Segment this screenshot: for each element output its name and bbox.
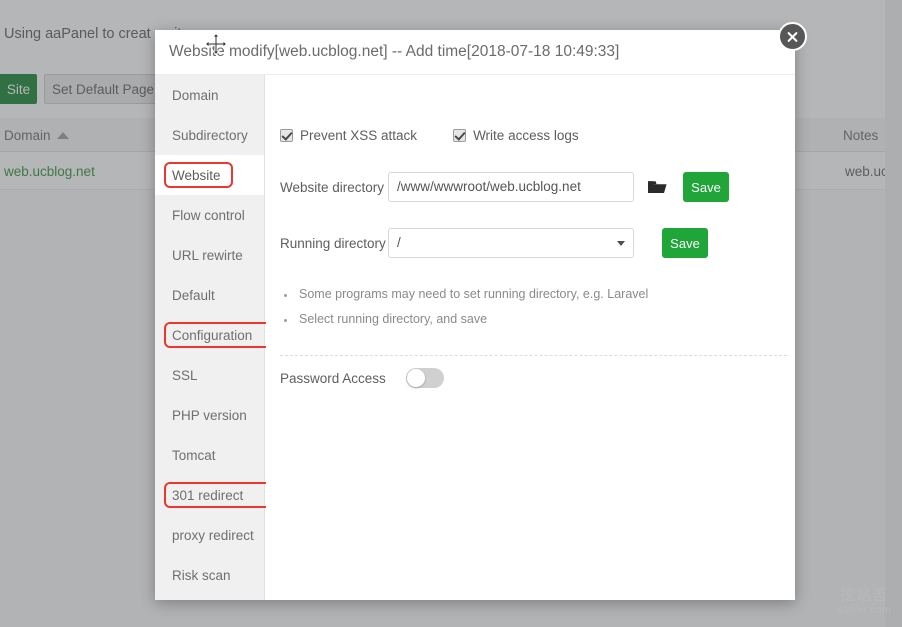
sidebar-item-php-version[interactable]: PHP version [155,395,264,435]
sidebar-item-301-redirect[interactable]: 301 redirect [155,475,272,515]
checkbox-write-access-logs[interactable]: Write access logs [453,128,579,143]
running-directory-select[interactable]: / [388,228,634,258]
password-access-label: Password Access [280,370,386,386]
folder-icon[interactable] [648,179,667,195]
sidebar-item-label: proxy redirect [172,527,254,543]
sidebar-item-proxy-redirect[interactable]: proxy redirect [155,515,264,555]
sidebar-item-label: Tomcat [172,447,216,463]
running-directory-tips: Some programs may need to set running di… [284,287,784,337]
section-divider [280,355,787,356]
save-website-directory-button[interactable]: Save [683,172,729,202]
tip-text: Select running directory, and save [299,312,488,326]
bullet-icon [284,294,287,297]
modal-sidebar: Domain Subdirectory Website Flow control URL… [155,75,279,600]
website-modify-modal: Website modify[web.ucblog.net] -- Add ti… [155,30,795,600]
sidebar-item-default[interactable]: Default [155,275,264,315]
running-directory-row: Running directory / Save [280,228,708,258]
checkbox-prevent-xss-label: Prevent XSS attack [300,128,418,143]
running-directory-value: / [397,235,401,250]
sidebar-item-ssl[interactable]: SSL [155,355,264,395]
modal-content-website: Prevent XSS attack Write access logs Web… [266,75,795,600]
modal-title-bar[interactable]: Website modify[web.ucblog.net] -- Add ti… [155,30,795,75]
modal-body: Domain Subdirectory Website Flow control URL… [155,75,795,600]
sidebar-item-label: PHP version [172,407,247,423]
sidebar-item-tomcat[interactable]: Tomcat [155,435,264,475]
sidebar-item-label: Website [172,167,221,183]
sidebar-item-label: Default [172,287,215,303]
sidebar-item-label: Flow control [172,207,245,223]
website-directory-input[interactable]: /www/wwwroot/web.ucblog.net [388,172,634,202]
sidebar-item-website[interactable]: Website [155,155,264,195]
sidebar-item-label: 301 redirect [172,487,244,503]
running-directory-label: Running directory [280,235,386,251]
password-access-row: Password Access [280,368,444,388]
sidebar-item-label: SSL [172,367,198,383]
checkbox-write-access-logs-label: Write access logs [473,128,579,143]
options-row: Prevent XSS attack Write access logs [280,128,579,143]
website-directory-label: Website directory [280,179,385,195]
sidebar-item-label: Risk scan [172,567,231,583]
screen: Using aaPanel to creat a sit Site Set De… [0,0,902,627]
close-icon[interactable] [778,22,807,51]
sidebar-item-label: Domain [172,87,219,103]
checkbox-write-access-logs-box[interactable] [453,129,467,142]
sidebar-item-domain[interactable]: Domain [155,75,264,115]
password-access-toggle-knob [406,369,425,387]
sidebar-item-label: Configuration [172,327,253,343]
sidebar-item-flow-control[interactable]: Flow control [155,195,264,235]
checkbox-prevent-xss-box[interactable] [280,129,293,142]
tip-item: Some programs may need to set running di… [284,287,784,301]
sidebar-item-label: URL rewirte [172,247,243,263]
bullet-icon [284,319,287,322]
password-access-toggle[interactable] [405,368,444,388]
chevron-down-icon [617,241,625,246]
save-running-directory-button[interactable]: Save [662,228,708,258]
website-directory-row: Website directory /www/wwwroot/web.ucblo… [280,172,729,202]
tip-item: Select running directory, and save [284,312,784,326]
sidebar-item-label: Subdirectory [172,127,248,143]
sidebar-item-subdirectory[interactable]: Subdirectory [155,115,264,155]
tip-text: Some programs may need to set running di… [299,287,649,301]
sidebar-item-url-rewirte[interactable]: URL rewirte [155,235,264,275]
checkbox-prevent-xss[interactable]: Prevent XSS attack [280,128,417,143]
modal-title-text: Website modify[web.ucblog.net] -- Add ti… [169,43,620,60]
sidebar-item-configuration[interactable]: Configuration [155,315,279,355]
sidebar-item-risk-scan[interactable]: Risk scan [155,555,264,595]
